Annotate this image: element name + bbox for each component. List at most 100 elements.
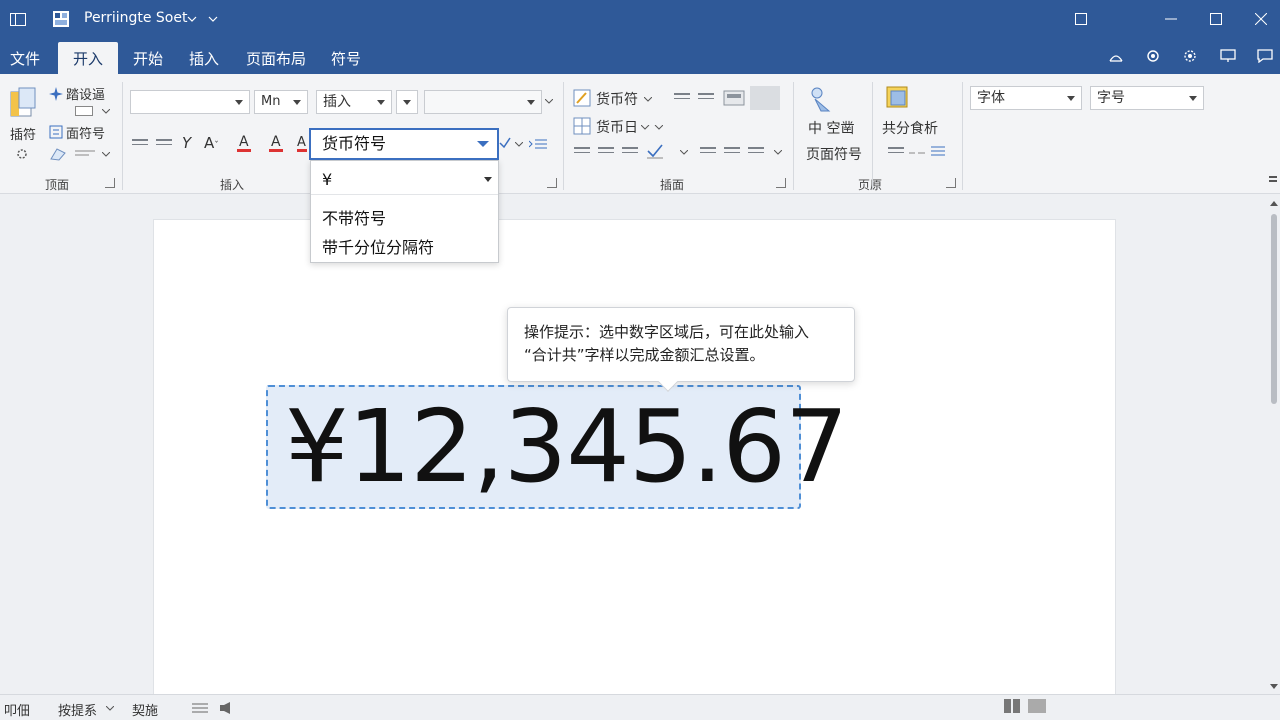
currency-button[interactable]: 货币符 xyxy=(596,89,638,109)
chevron-down-icon[interactable] xyxy=(184,0,200,38)
tab-start[interactable]: 开始 xyxy=(124,42,172,74)
align-center-icon[interactable] xyxy=(156,136,172,148)
list-view-icon[interactable] xyxy=(192,700,208,718)
font-name-combo[interactable] xyxy=(130,90,250,114)
settings-icon[interactable] xyxy=(1180,46,1200,66)
chevron-down-icon[interactable] xyxy=(514,140,524,148)
tab-insert[interactable]: 插入 xyxy=(180,42,228,74)
indent-icon[interactable] xyxy=(528,136,548,152)
eraser-icon[interactable] xyxy=(48,146,68,162)
gear-icon[interactable] xyxy=(1143,46,1163,66)
insert-combo[interactable]: 插入 xyxy=(316,90,392,114)
font-color-icon[interactable]: A xyxy=(236,132,252,154)
font-size-select[interactable]: 字号 xyxy=(1090,86,1204,110)
present-icon[interactable] xyxy=(1218,46,1238,66)
scroll-down-icon[interactable] xyxy=(1270,684,1278,689)
dash-icon[interactable] xyxy=(908,146,926,158)
font-grow-button[interactable]: Aˇ xyxy=(204,134,219,152)
option-thousands-separator[interactable]: 带千分位分隔符 xyxy=(322,234,434,258)
web-layout-icon[interactable] xyxy=(1028,699,1046,717)
chevron-down-icon[interactable] xyxy=(640,122,664,132)
list-icon[interactable] xyxy=(674,90,690,102)
align-icon[interactable] xyxy=(622,144,638,156)
currency-pen-icon[interactable] xyxy=(572,88,592,108)
center-button[interactable]: 中 空凿 xyxy=(808,118,854,138)
page-indicator[interactable]: 叩佃 xyxy=(4,700,30,719)
text-effect-icon[interactable]: A xyxy=(296,132,308,154)
list-icon[interactable] xyxy=(888,144,904,156)
svg-text:A: A xyxy=(239,134,249,150)
italic-button[interactable]: Y xyxy=(182,134,191,152)
tab-page-layout[interactable]: 页面布局 xyxy=(238,42,314,74)
validate-icon[interactable] xyxy=(646,142,664,160)
align-icon[interactable] xyxy=(748,144,764,156)
insert-label[interactable]: 插符 xyxy=(10,124,36,143)
share-analysis-button[interactable]: 共分食析 xyxy=(882,118,938,138)
chevron-down-icon[interactable] xyxy=(678,148,690,156)
close-button[interactable] xyxy=(1250,0,1272,38)
currency-symbol-dropdown[interactable]: 货币符号 xyxy=(309,128,499,160)
highlight-color-icon[interactable]: A xyxy=(268,132,284,154)
search-status[interactable]: 按提系 xyxy=(58,700,97,719)
account-icon[interactable] xyxy=(1106,46,1126,66)
amount-text[interactable]: ¥12,345.67 xyxy=(285,388,849,506)
tab-symbol[interactable]: 符号 xyxy=(322,42,370,74)
speaker-icon[interactable] xyxy=(220,700,236,718)
tab-kairu[interactable]: 开入 xyxy=(58,42,118,74)
chevron-down-icon[interactable] xyxy=(100,149,112,159)
symbol-select[interactable]: ¥ xyxy=(322,170,492,189)
command-2[interactable]: 面符号 xyxy=(66,123,105,142)
scroll-thumb[interactable] xyxy=(1271,214,1277,404)
align-icon[interactable] xyxy=(700,144,716,156)
insert-page-icon[interactable] xyxy=(8,86,40,118)
font-combo[interactable]: 字体 xyxy=(970,86,1082,110)
numbered-list-icon[interactable] xyxy=(930,144,946,158)
box-icon[interactable] xyxy=(74,104,94,118)
chevron-down-icon[interactable] xyxy=(100,106,112,116)
vertical-scrollbar[interactable] xyxy=(1268,196,1280,694)
page-symbol-button[interactable]: 页面符号 xyxy=(806,144,862,164)
align-icon[interactable] xyxy=(598,144,614,156)
sidebar-toggle-icon[interactable] xyxy=(6,0,30,38)
chevron-down-icon[interactable] xyxy=(642,94,654,104)
word-count[interactable]: 契施 xyxy=(132,700,158,719)
settings-small-icon[interactable] xyxy=(14,146,30,162)
align-icon[interactable] xyxy=(574,144,590,156)
option-no-symbol[interactable]: 不带符号 xyxy=(322,205,386,229)
maximize-button[interactable] xyxy=(1205,0,1227,38)
chevron-down-icon[interactable] xyxy=(543,96,555,106)
style-combo[interactable] xyxy=(424,90,542,114)
format-lines-icon[interactable] xyxy=(74,148,96,158)
quick-access-chevron-icon[interactable] xyxy=(205,0,221,38)
currency-table-icon[interactable] xyxy=(572,116,592,136)
ribbon: 插符 踏设逼 面符号 顶面 Mn 插入 Y Aˇ A A A 插入 货币符 货币… xyxy=(0,74,1280,194)
chevron-down-icon[interactable] xyxy=(772,148,784,156)
print-layout-icon[interactable] xyxy=(1004,699,1020,717)
group-launcher[interactable] xyxy=(547,178,557,188)
status-bar: 叩佃 按提系 契施 xyxy=(0,694,1280,720)
restore-layout-icon[interactable] xyxy=(1070,0,1092,38)
minimize-button[interactable] xyxy=(1160,0,1182,38)
group-launcher[interactable] xyxy=(105,178,115,188)
comment-icon[interactable] xyxy=(1255,46,1275,66)
scroll-up-icon[interactable] xyxy=(1270,201,1278,206)
currency-date-button[interactable]: 货币日 xyxy=(596,117,638,137)
check-icon[interactable] xyxy=(498,136,512,150)
table-style-icon[interactable] xyxy=(722,88,746,108)
list-icon[interactable] xyxy=(698,90,714,102)
collapse-ribbon-icon[interactable] xyxy=(1268,174,1278,184)
insert-combo-arrow[interactable] xyxy=(396,90,418,114)
color-swatch[interactable] xyxy=(750,86,780,110)
document-title: Perriingte Soet xyxy=(84,10,188,26)
align-icon[interactable] xyxy=(724,144,740,156)
page-symbol-icon[interactable] xyxy=(806,84,836,114)
chevron-down-icon[interactable] xyxy=(105,700,115,715)
group-launcher[interactable] xyxy=(776,178,786,188)
tab-file[interactable]: 文件 xyxy=(0,42,50,74)
share-analysis-icon[interactable] xyxy=(884,84,912,112)
align-left-icon[interactable] xyxy=(132,136,148,148)
font-size-combo[interactable]: Mn xyxy=(254,90,308,114)
tooltip-line-2: “合计共”字样以完成金额汇总设置。 xyxy=(524,346,765,364)
command-1[interactable]: 踏设逼 xyxy=(66,84,105,103)
group-launcher[interactable] xyxy=(946,178,956,188)
